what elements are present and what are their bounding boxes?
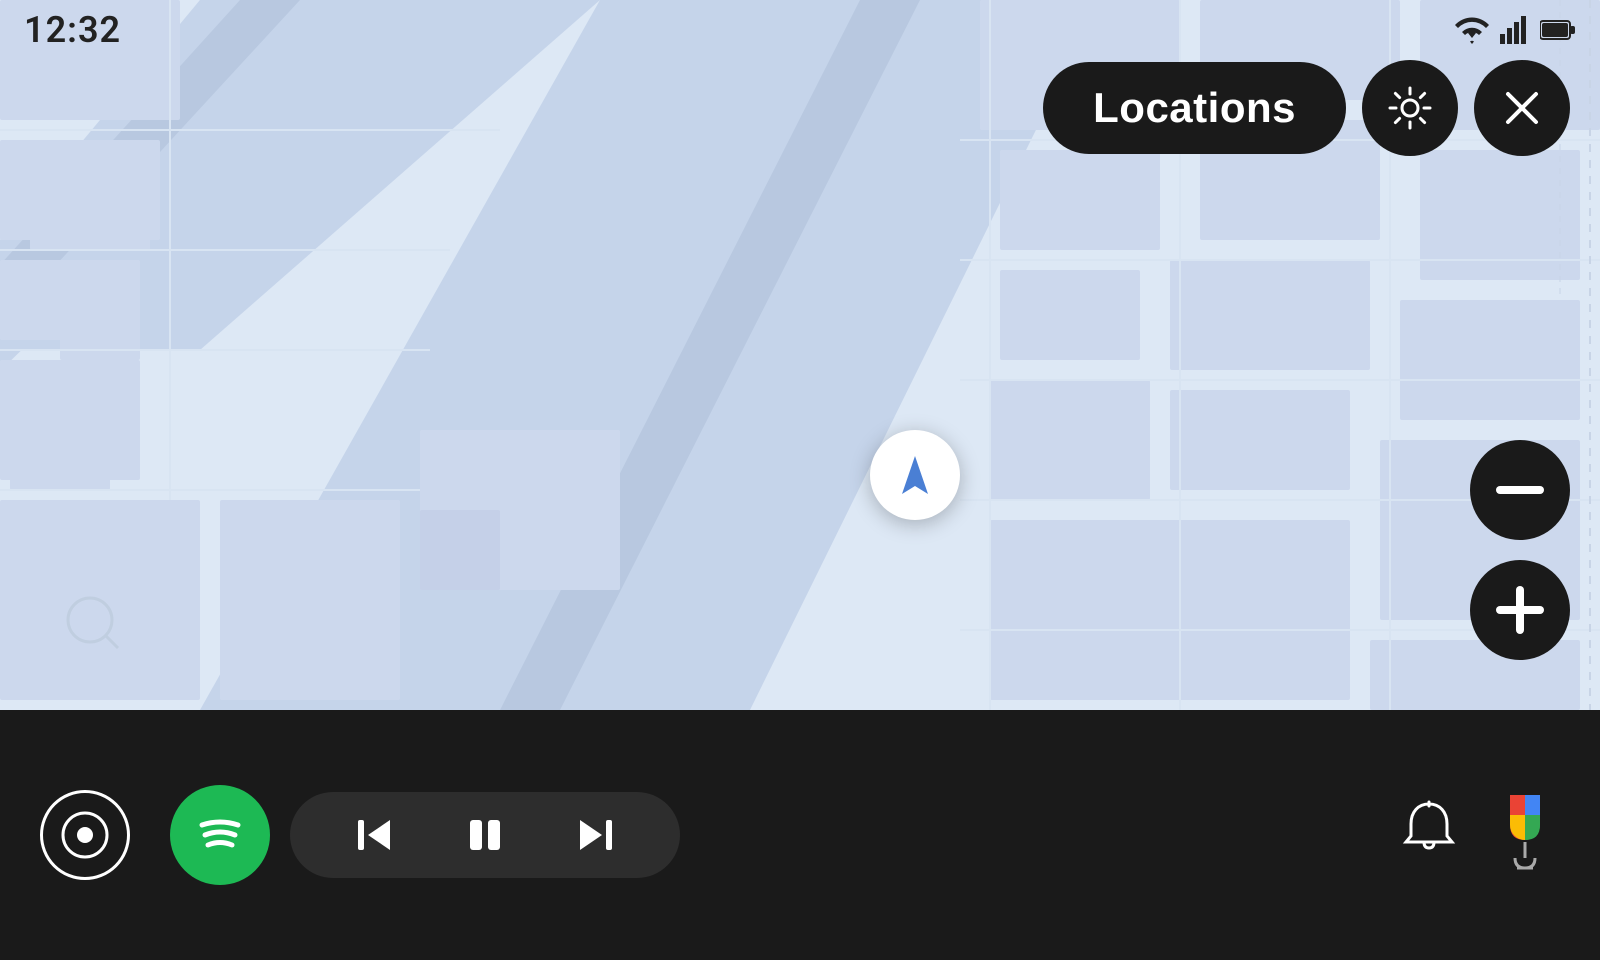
status-bar: 12:32 [0, 0, 1600, 60]
zoom-out-button[interactable] [1470, 440, 1570, 540]
home-button[interactable] [40, 790, 130, 880]
wifi-icon [1454, 16, 1490, 44]
skip-previous-icon [350, 810, 400, 860]
spotify-button[interactable] [170, 785, 270, 885]
status-icons [1454, 16, 1576, 44]
previous-track-button[interactable] [340, 810, 410, 860]
battery-icon [1540, 19, 1576, 41]
navigation-arrow [890, 450, 940, 500]
minus-icon [1496, 486, 1544, 494]
next-track-button[interactable] [560, 810, 630, 860]
google-assistant-button[interactable] [1490, 790, 1560, 880]
map-controls-top: Locations [1043, 60, 1570, 156]
home-icon [60, 810, 110, 860]
zoom-controls [1470, 440, 1570, 660]
bell-icon [1398, 798, 1460, 860]
notification-button[interactable] [1398, 798, 1460, 873]
settings-button[interactable] [1362, 60, 1458, 156]
plus-icon [1496, 586, 1544, 634]
spotify-icon [190, 805, 250, 865]
bottom-bar [0, 710, 1600, 960]
close-button[interactable] [1474, 60, 1570, 156]
microphone-icon [1495, 790, 1555, 880]
skip-next-icon [570, 810, 620, 860]
pause-icon [460, 810, 510, 860]
location-arrow [870, 430, 960, 520]
media-controls [290, 792, 680, 878]
locations-button[interactable]: Locations [1043, 62, 1346, 154]
gear-icon [1385, 83, 1435, 133]
pause-button[interactable] [450, 810, 520, 860]
clock: 12:32 [24, 9, 121, 51]
bottom-right-controls [1398, 790, 1560, 880]
bottom-left-controls [40, 785, 680, 885]
close-icon [1500, 86, 1544, 130]
signal-icon [1500, 16, 1530, 44]
zoom-in-button[interactable] [1470, 560, 1570, 660]
